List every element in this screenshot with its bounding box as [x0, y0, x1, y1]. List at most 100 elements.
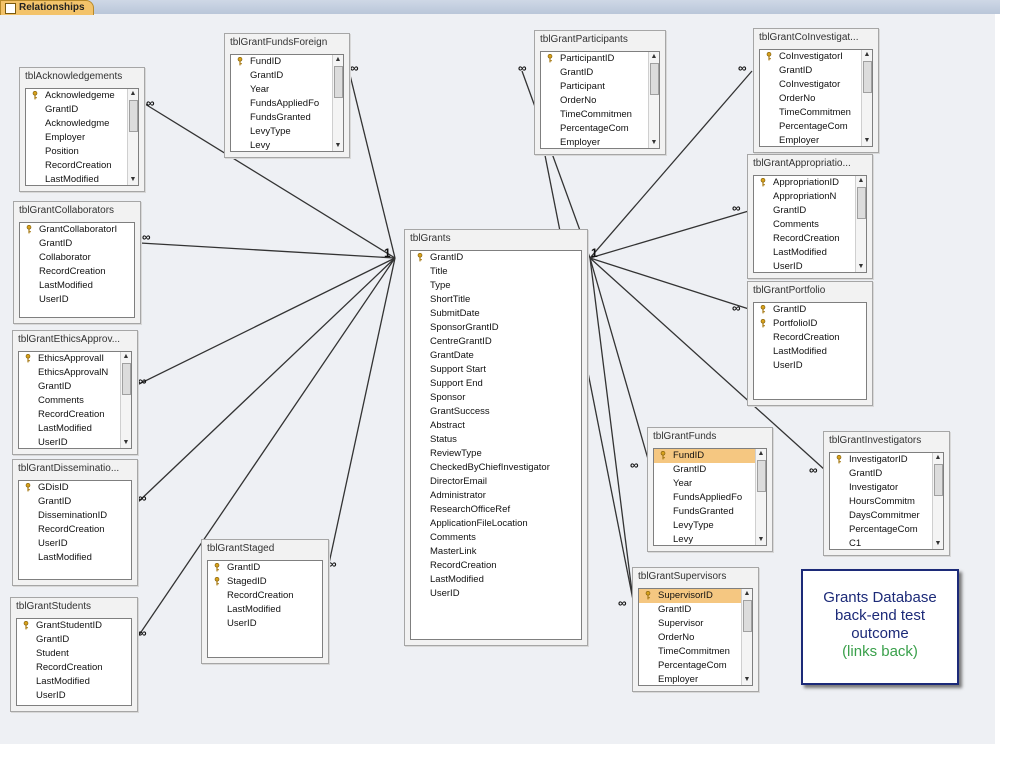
field-row[interactable]: GrantID	[19, 495, 131, 509]
field-row[interactable]: PercentageCom	[760, 120, 872, 134]
table-title[interactable]: tblGrantFunds	[648, 428, 772, 445]
field-row[interactable]: UserID	[411, 587, 581, 601]
table-title[interactable]: tblGrantAppropriatio...	[748, 155, 872, 172]
table-title[interactable]: tblGrants	[405, 230, 587, 247]
field-list[interactable]: CoInvestigatorI GrantID CoInvestigator Orde…	[759, 49, 873, 147]
field-row[interactable]: Status	[411, 433, 581, 447]
field-row[interactable]: UserID	[19, 436, 131, 448]
scroll-up-arrow-icon[interactable]: ▲	[128, 89, 138, 99]
field-row[interactable]: Employer	[760, 134, 872, 146]
field-row[interactable]: MasterLink	[411, 545, 581, 559]
field-row[interactable]: EthicsApprovalN	[19, 366, 131, 380]
table-tblgrantfunds[interactable]: tblGrantFunds FundID GrantID Year FundsAppli…	[647, 427, 773, 552]
field-row[interactable]: UserID	[754, 359, 866, 373]
field-row[interactable]: FundsAppliedFo	[654, 491, 766, 505]
table-title[interactable]: tblGrantStaged	[202, 540, 328, 557]
field-row[interactable]: LevyType	[654, 519, 766, 533]
field-row[interactable]: GrantID	[830, 467, 943, 481]
vertical-scrollbar[interactable]: ▲ ▼	[861, 50, 872, 146]
field-row[interactable]: UserID	[20, 293, 134, 307]
field-list[interactable]: FundID GrantID Year FundsAppliedFo FundsGran…	[230, 54, 344, 152]
vertical-scrollbar[interactable]: ▲ ▼	[332, 55, 343, 151]
field-list[interactable]: Acknowledgeme GrantID Acknowledgme Employer…	[25, 88, 139, 186]
field-list[interactable]: GrantStudentID GrantID Student RecordCreati…	[16, 618, 132, 706]
scroll-thumb[interactable]	[334, 66, 343, 98]
field-row[interactable]: RecordCreation	[20, 265, 134, 279]
table-tblgrantparticipants[interactable]: tblGrantParticipants ParticipantID GrantID…	[534, 30, 666, 155]
field-row[interactable]: Position	[26, 145, 138, 159]
scroll-down-arrow-icon[interactable]: ▼	[856, 262, 866, 272]
field-row[interactable]: PercentageCom	[830, 523, 943, 537]
field-list[interactable]: GrantID StagedID RecordCreation LastModifie…	[207, 560, 323, 658]
field-row[interactable]: C1	[830, 537, 943, 549]
field-row[interactable]: GrantID	[19, 380, 131, 394]
field-list[interactable]: FundID GrantID Year FundsAppliedFo FundsGran…	[653, 448, 767, 546]
table-title[interactable]: tblGrantSupervisors	[633, 568, 758, 585]
vertical-scrollbar[interactable]: ▲ ▼	[127, 89, 138, 185]
field-row[interactable]: Comments	[19, 394, 131, 408]
scroll-thumb[interactable]	[743, 600, 752, 632]
field-row[interactable]: Supervisor	[639, 617, 752, 631]
field-row[interactable]: Collaborator	[20, 251, 134, 265]
field-row[interactable]: CentreGrantID	[411, 335, 581, 349]
table-title[interactable]: tblGrantEthicsApprov...	[13, 331, 137, 348]
field-row[interactable]: ShortTitle	[411, 293, 581, 307]
field-row[interactable]: ApplicationFileLocation	[411, 517, 581, 531]
field-list[interactable]: GrantCollaboratorI GrantID Collaborator Rec…	[19, 222, 135, 318]
scroll-thumb[interactable]	[934, 464, 943, 496]
field-row[interactable]: GrantID	[231, 69, 343, 83]
field-list[interactable]: GrantID PortfolioID RecordCreation LastModi…	[753, 302, 867, 400]
field-row[interactable]: Employer	[26, 131, 138, 145]
field-row[interactable]: LastModified	[17, 675, 131, 689]
field-row[interactable]: Levy	[654, 533, 766, 545]
field-row[interactable]: Support End	[411, 377, 581, 391]
scroll-up-arrow-icon[interactable]: ▲	[742, 589, 752, 599]
field-row[interactable]: OrderNo	[639, 631, 752, 645]
field-row[interactable]: UserID	[19, 537, 131, 551]
field-row[interactable]: GrantStudentID	[17, 619, 131, 633]
field-row[interactable]: FundID	[231, 55, 343, 69]
field-row[interactable]: HoursCommitm	[830, 495, 943, 509]
field-list[interactable]: SupervisorID GrantID Supervisor OrderNo Time…	[638, 588, 753, 686]
field-list[interactable]: GrantID Title Type ShortTitle SubmitDate Spon…	[410, 250, 582, 640]
table-title[interactable]: tblGrantPortfolio	[748, 282, 872, 299]
field-row[interactable]: Employer	[541, 136, 659, 148]
field-row[interactable]: GrantID	[639, 603, 752, 617]
field-row[interactable]: Type	[411, 279, 581, 293]
field-list[interactable]: ParticipantID GrantID Participant OrderNo Ti…	[540, 51, 660, 149]
field-row[interactable]: Abstract	[411, 419, 581, 433]
scroll-up-arrow-icon[interactable]: ▲	[121, 352, 131, 362]
field-row[interactable]: RecordCreation	[19, 408, 131, 422]
field-row[interactable]: UserID	[754, 260, 866, 272]
field-row[interactable]: Support Start	[411, 363, 581, 377]
table-tblgrantethicsapprovals[interactable]: tblGrantEthicsApprov... EthicsApprovalI Et…	[12, 330, 138, 455]
field-row[interactable]: UserID	[17, 689, 131, 703]
table-tblgrantsupervisors[interactable]: tblGrantSupervisors SupervisorID GrantID Su…	[632, 567, 759, 692]
field-list[interactable]: AppropriationID AppropriationN GrantID Comm…	[753, 175, 867, 273]
field-row[interactable]: GDisID	[19, 481, 131, 495]
scroll-thumb[interactable]	[129, 100, 138, 132]
field-row[interactable]: GrantID	[754, 303, 866, 317]
field-row[interactable]: AppropriationN	[754, 190, 866, 204]
scroll-up-arrow-icon[interactable]: ▲	[933, 453, 943, 463]
field-row[interactable]: Year	[231, 83, 343, 97]
field-row[interactable]: TimeCommitmen	[541, 108, 659, 122]
tab-relationships[interactable]: Relationships	[0, 0, 94, 15]
scroll-thumb[interactable]	[122, 363, 131, 395]
scroll-up-arrow-icon[interactable]: ▲	[756, 449, 766, 459]
field-row[interactable]: Acknowledgeme	[26, 89, 138, 103]
field-row[interactable]: LastModified	[19, 422, 131, 436]
vertical-scrollbar[interactable]: ▲ ▼	[120, 352, 131, 448]
table-tblgrantfundsforeign[interactable]: tblGrantFundsForeign FundID GrantID Year Fun…	[224, 33, 350, 158]
field-row[interactable]: DaysCommitmer	[830, 509, 943, 523]
scroll-thumb[interactable]	[857, 187, 866, 219]
field-row[interactable]: InvestigatorID	[830, 453, 943, 467]
scroll-up-arrow-icon[interactable]: ▲	[862, 50, 872, 60]
table-tblacknowledgements[interactable]: tblAcknowledgements Acknowledgeme GrantID A…	[19, 67, 145, 192]
field-row[interactable]: RecordCreation	[208, 589, 322, 603]
field-row[interactable]: GrantID	[754, 204, 866, 218]
field-row[interactable]: PercentageCom	[639, 659, 752, 673]
field-row[interactable]: CoInvestigator	[760, 78, 872, 92]
field-row[interactable]: CheckedByChiefInvestigator	[411, 461, 581, 475]
field-row[interactable]: StagedID	[208, 575, 322, 589]
